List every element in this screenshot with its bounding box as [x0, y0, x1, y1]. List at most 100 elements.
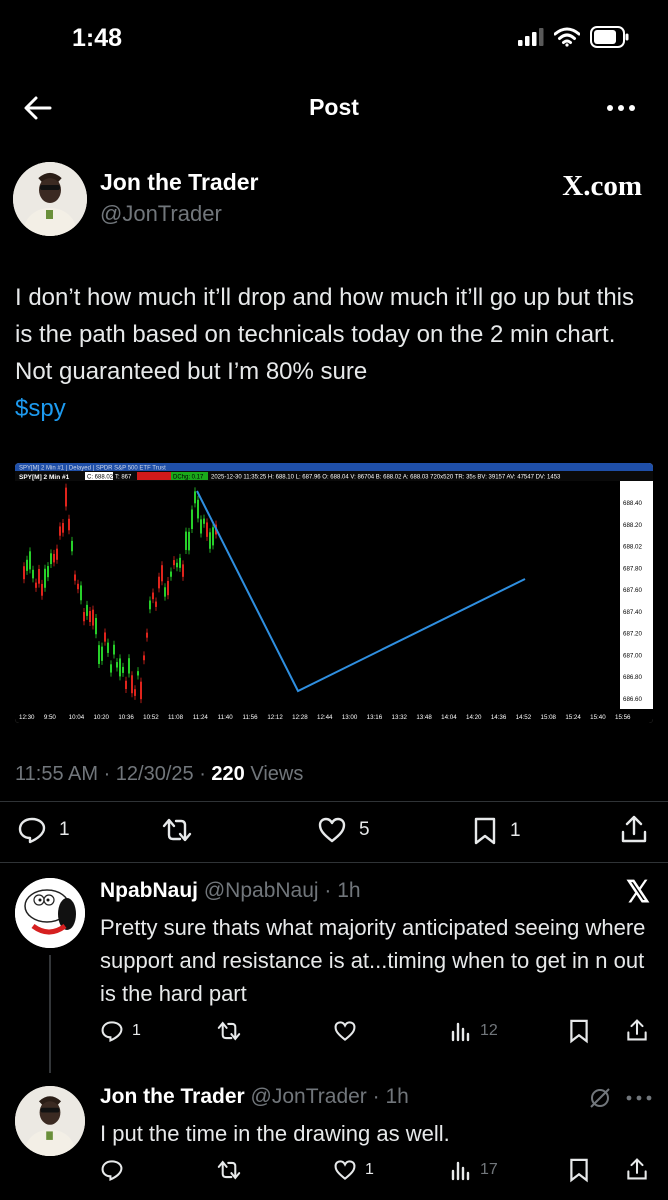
candle-body	[44, 568, 46, 588]
status-icons	[518, 26, 630, 48]
candle-body	[164, 587, 166, 597]
candle-body	[65, 487, 67, 507]
x-logo-icon[interactable]: 𝕏	[626, 875, 650, 910]
candle-body	[29, 551, 31, 570]
reply-text: Pretty sure thats what majority anticipa…	[100, 915, 646, 1006]
candle-body	[188, 531, 190, 551]
post-text: I don’t how much it’ll drop and how much…	[15, 279, 655, 427]
reply-bookmark-action[interactable]	[568, 1018, 590, 1044]
bookmark-action[interactable]: 1	[472, 816, 521, 846]
reply-text: I put the time in the drawing as well.	[100, 1121, 450, 1146]
reply-author-handle[interactable]: @NpabNauj · 1h	[204, 879, 361, 902]
like-count: 5	[359, 819, 370, 840]
candle-body	[38, 568, 40, 584]
author-name[interactable]: Jon the Trader	[100, 169, 258, 196]
reply-action[interactable]: 1	[17, 816, 70, 844]
reply-bookmark-action[interactable]	[568, 1157, 590, 1183]
reply-reply-action[interactable]: 1	[100, 1020, 141, 1042]
reply-views-action[interactable]: 17	[450, 1159, 498, 1181]
chart-x-tick: 12:12	[267, 714, 283, 721]
chart-x-tick: 13:32	[392, 714, 408, 721]
candle-body	[137, 671, 139, 676]
post-timestamp: 11:55 AM · 12/30/25 ·	[15, 763, 212, 785]
candle-body	[140, 681, 142, 700]
wifi-icon	[554, 27, 580, 47]
chart-x-tick: 11:56	[243, 714, 259, 721]
like-action[interactable]: 5	[317, 816, 370, 844]
chart-x-tick: 12:44	[317, 714, 333, 721]
reply-views-count: 17	[480, 1161, 498, 1178]
reply-repost-action[interactable]	[215, 1020, 243, 1042]
share-icon	[627, 1019, 647, 1041]
reply-icon	[18, 817, 46, 844]
reply-repost-action[interactable]	[215, 1159, 243, 1181]
repost-icon	[217, 1160, 241, 1180]
grok-icon[interactable]	[588, 1086, 612, 1110]
candle-body	[113, 644, 115, 655]
candle-body	[104, 632, 106, 642]
heart-icon	[334, 1021, 356, 1041]
candle-body	[128, 658, 130, 674]
candle-body	[203, 518, 205, 524]
reply-avatar[interactable]	[15, 1086, 85, 1156]
author-avatar[interactable]	[13, 162, 87, 236]
candle-body	[86, 604, 88, 616]
chart-image[interactable]: SPY[M] 2 Min #1 | Delayed | SPDR S&P 500…	[15, 463, 653, 723]
candle-body	[152, 592, 154, 600]
reply-header: Jon the Trader @JonTrader · 1h	[100, 1085, 409, 1109]
reply-count: 1	[59, 819, 70, 840]
chart-x-tick: 11:24	[193, 714, 209, 721]
reply-author-name[interactable]: Jon the Trader	[100, 1085, 245, 1108]
reply-share-action[interactable]	[626, 1156, 648, 1182]
cartoon-dog-avatar-icon	[15, 878, 85, 948]
chart-x-tick: 15:40	[590, 714, 606, 721]
person-avatar-icon	[13, 162, 87, 236]
bookmark-count: 1	[510, 820, 521, 841]
bookmark-icon	[570, 1019, 588, 1044]
reply-like-action[interactable]	[333, 1020, 357, 1042]
candle-body	[77, 583, 79, 590]
chart-y-tick: 687.60	[623, 587, 642, 594]
cashtag-link[interactable]: $spy	[15, 395, 66, 422]
candle-body	[200, 519, 202, 534]
person-avatar-icon	[15, 1086, 85, 1156]
candle-body	[185, 531, 187, 550]
candle-body	[146, 632, 148, 638]
candle-body	[119, 658, 121, 677]
chart-symbol: SPY[M] 2 Min #1	[19, 474, 70, 481]
repost-action[interactable]	[160, 816, 194, 844]
reply-author-handle[interactable]: @JonTrader · 1h	[251, 1085, 409, 1108]
candle-body	[101, 646, 103, 661]
candle-body	[71, 540, 73, 552]
chart-x-tick: 12:28	[292, 714, 308, 721]
reply-icon	[101, 1021, 123, 1042]
reply-header: NpabNauj @NpabNauj · 1h	[100, 879, 361, 903]
candle-body	[26, 559, 28, 571]
chart-x-tick: 15:08	[541, 714, 557, 721]
author-handle[interactable]: @JonTrader	[100, 201, 222, 227]
candle-body	[212, 527, 214, 546]
more-options-icon[interactable]	[606, 104, 636, 112]
candle-body	[107, 642, 109, 653]
reply-reply-action[interactable]	[100, 1159, 124, 1181]
reply-icon	[101, 1160, 123, 1181]
candle-body	[176, 562, 178, 568]
chart-x-tick: 10:04	[69, 714, 85, 721]
candle-body	[209, 532, 211, 549]
more-options-icon[interactable]	[626, 1094, 652, 1102]
source-label[interactable]: X.com	[562, 170, 642, 203]
chart-x-tick: 14:04	[441, 714, 457, 721]
views-count[interactable]: 220	[211, 763, 244, 785]
reply-views-action[interactable]: 12	[450, 1020, 498, 1042]
share-action[interactable]	[620, 814, 648, 844]
reply-author-name[interactable]: NpabNauj	[100, 879, 198, 902]
candle-body	[149, 600, 151, 610]
reply-like-action[interactable]: 1	[333, 1159, 374, 1181]
chart-dchg: DChg: 0.17	[173, 475, 204, 481]
candle-body	[122, 666, 124, 673]
candle-body	[155, 601, 157, 607]
reply-share-action[interactable]	[626, 1017, 648, 1043]
candle-body	[74, 574, 76, 581]
reply-avatar[interactable]	[15, 878, 85, 948]
candle-body	[170, 571, 172, 577]
